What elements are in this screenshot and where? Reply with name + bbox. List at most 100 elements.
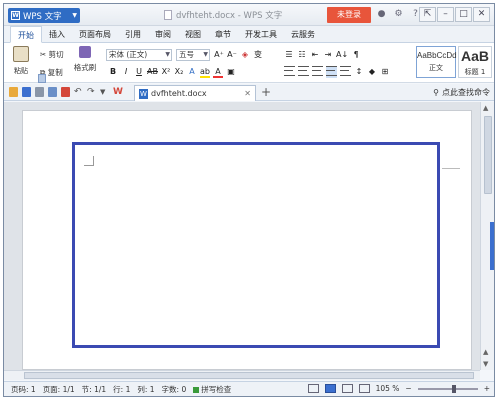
- font-color-icon[interactable]: A: [212, 66, 223, 78]
- next-page-icon[interactable]: ▼: [483, 360, 488, 368]
- scroll-up-icon[interactable]: ▲: [483, 104, 488, 112]
- decrease-indent-icon[interactable]: ⇤: [310, 49, 320, 61]
- paragraph-buttons-top: ☰ ☷ ⇤ ⇥ A↓ ¶: [284, 49, 361, 61]
- numbered-list-icon[interactable]: ☷: [297, 49, 307, 61]
- maximize-button[interactable]: □: [455, 7, 472, 22]
- web-view-icon[interactable]: [358, 384, 370, 393]
- tab-view[interactable]: 视图: [178, 26, 208, 43]
- login-button[interactable]: 未登录: [327, 7, 371, 23]
- style-normal[interactable]: AaBbCcDd 正文: [416, 46, 457, 78]
- zoom-in-icon[interactable]: +: [484, 384, 490, 393]
- minimize-button[interactable]: –: [437, 7, 454, 22]
- status-page-num: 页码: 1: [11, 385, 36, 394]
- tab-page-layout[interactable]: 页面布局: [72, 26, 118, 43]
- customize-icon[interactable]: ▼: [100, 87, 109, 97]
- vertical-scrollbar[interactable]: ▲ ▲ ▼: [480, 102, 494, 370]
- document-tab[interactable]: W dvfhteht.docx ✕: [134, 85, 256, 101]
- hscroll-thumb[interactable]: [24, 372, 474, 379]
- print-icon[interactable]: [35, 87, 44, 97]
- wps-icon[interactable]: W: [113, 87, 123, 97]
- open-icon[interactable]: [9, 87, 18, 97]
- margin-line: [442, 168, 460, 169]
- preview-icon[interactable]: [48, 87, 57, 97]
- document-icon: [164, 10, 172, 20]
- tab-chapter[interactable]: 章节: [208, 26, 238, 43]
- brush-icon: [79, 46, 91, 58]
- font-size-buttons: A⁺ A⁻ ◈ 变: [214, 49, 263, 61]
- chevron-down-icon: ▼: [165, 51, 170, 58]
- borders-icon[interactable]: ⊞: [380, 66, 390, 78]
- underline-icon[interactable]: U: [134, 66, 144, 78]
- tab-developer[interactable]: 开发工具: [238, 26, 284, 43]
- increase-indent-icon[interactable]: ⇥: [323, 49, 333, 61]
- tab-references[interactable]: 引用: [118, 26, 148, 43]
- zoom-out-icon[interactable]: −: [405, 384, 411, 393]
- settings-icon[interactable]: ⚙: [393, 8, 404, 20]
- strikethrough-icon[interactable]: AB: [147, 66, 158, 78]
- undo-icon[interactable]: ↶: [74, 87, 83, 97]
- close-tab-icon[interactable]: ✕: [244, 89, 251, 98]
- grow-font-icon[interactable]: A⁺: [214, 49, 224, 61]
- cut-button[interactable]: ✂ 剪切: [40, 49, 64, 60]
- italic-icon[interactable]: I: [121, 66, 131, 78]
- redo-icon[interactable]: ↷: [87, 87, 96, 97]
- paste-button[interactable]: 粘贴: [9, 46, 33, 76]
- chevron-down-icon: ▼: [203, 51, 208, 58]
- font-size-select[interactable]: 五号 ▼: [176, 49, 210, 61]
- show-marks-icon[interactable]: ¶: [351, 49, 361, 61]
- word-doc-icon: W: [139, 88, 148, 99]
- align-left-icon[interactable]: [284, 66, 295, 78]
- pdf-icon[interactable]: [61, 87, 70, 97]
- tab-insert[interactable]: 插入: [42, 26, 72, 43]
- page-view-icon[interactable]: [324, 384, 336, 393]
- phonetic-icon[interactable]: 变: [253, 49, 263, 61]
- distribute-icon[interactable]: [340, 66, 351, 78]
- text-effect-icon[interactable]: A: [187, 66, 197, 78]
- char-border-icon[interactable]: ▣: [226, 66, 236, 78]
- clear-format-icon[interactable]: ◈: [240, 49, 250, 61]
- shading-icon[interactable]: ◆: [367, 66, 377, 78]
- align-right-icon[interactable]: [312, 66, 323, 78]
- outline-view-icon[interactable]: [341, 384, 353, 393]
- paragraph-buttons-bottom: ↕ ◆ ⊞: [284, 66, 390, 78]
- prev-page-icon[interactable]: ▲: [483, 348, 488, 356]
- zoom-level[interactable]: 105 %: [376, 384, 400, 393]
- line-spacing-icon[interactable]: ↕: [354, 66, 364, 78]
- shrink-font-icon[interactable]: A⁻: [227, 49, 237, 61]
- new-tab-button[interactable]: +: [261, 85, 271, 99]
- scroll-thumb[interactable]: [484, 116, 492, 194]
- window-controls: ⇱ – □ ✕: [419, 7, 490, 22]
- bullet-list-icon[interactable]: ☰: [284, 49, 294, 61]
- app-menu-button[interactable]: W WPS 文字 ▼: [8, 8, 80, 23]
- font-name-select[interactable]: 宋体 (正文) ▼: [106, 49, 172, 61]
- quick-access-bar: ↶ ↷ ▼ W W dvfhteht.docx ✕ + ⚲ 点此查找命令: [4, 84, 494, 101]
- tab-review[interactable]: 审阅: [148, 26, 178, 43]
- tab-cloud[interactable]: 云服务: [284, 26, 322, 43]
- tab-home[interactable]: 开始: [10, 26, 42, 43]
- side-panel-tab[interactable]: [490, 222, 494, 270]
- search-icon: ⚲: [433, 88, 439, 97]
- zoom-slider[interactable]: [417, 384, 478, 393]
- align-center-icon[interactable]: [298, 66, 309, 78]
- superscript-icon[interactable]: X²: [161, 66, 171, 78]
- sort-icon[interactable]: A↓: [336, 49, 348, 61]
- style-heading-1[interactable]: AaB 标题 1: [458, 46, 492, 78]
- paragraph-layout-icon[interactable]: [38, 74, 46, 83]
- status-section: 节: 1/1: [81, 385, 107, 394]
- subscript-icon[interactable]: X₂: [174, 66, 184, 78]
- restore-top-icon[interactable]: ⇱: [419, 7, 436, 22]
- spell-check-toggle[interactable]: 拼写检查: [193, 384, 231, 395]
- clipboard-icon: [13, 46, 29, 62]
- horizontal-scrollbar[interactable]: [4, 370, 480, 380]
- wps-logo-icon: W: [11, 11, 20, 20]
- bold-icon[interactable]: B: [108, 66, 118, 78]
- command-search[interactable]: ⚲ 点此查找命令: [433, 87, 490, 98]
- justify-icon[interactable]: [326, 66, 337, 78]
- skin-icon[interactable]: ●: [376, 8, 387, 20]
- highlight-icon[interactable]: ab: [199, 66, 210, 78]
- format-painter-button[interactable]: 格式刷: [72, 46, 98, 73]
- close-button[interactable]: ✕: [473, 7, 490, 22]
- fullscreen-view-icon[interactable]: [307, 384, 319, 393]
- save-icon[interactable]: [22, 87, 31, 97]
- status-words[interactable]: 字数: 0: [162, 384, 187, 395]
